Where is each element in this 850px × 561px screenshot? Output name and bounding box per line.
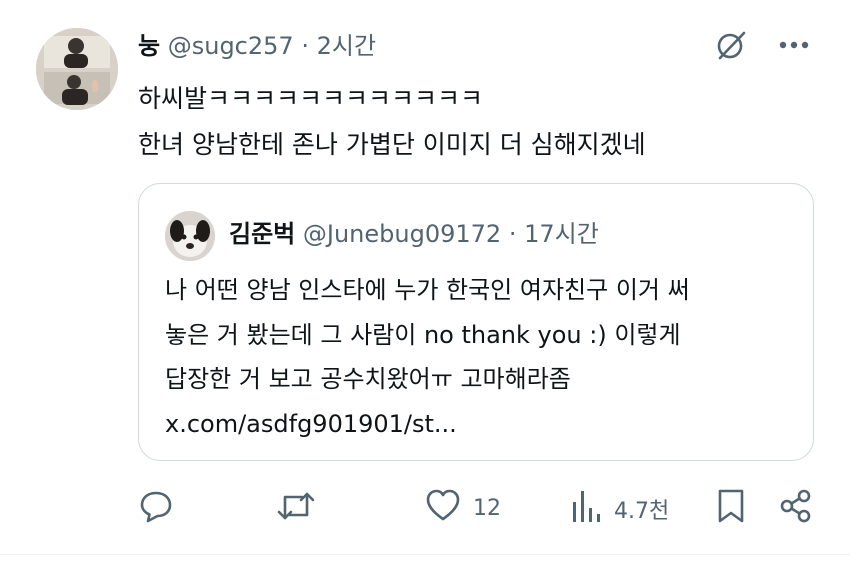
share-button[interactable] [778, 488, 814, 530]
like-button[interactable]: 12 [425, 488, 501, 528]
separator: · [301, 32, 309, 60]
quote-author-name[interactable]: 김준벅 [229, 220, 295, 248]
grok-icon[interactable] [714, 28, 748, 62]
retweet-icon [276, 488, 316, 530]
action-bar: 12 4.7천 [0, 488, 850, 532]
tweet-line: 한녀 양남한테 존나 가볍단 이미지 더 심해지겠네 [138, 130, 646, 159]
more-icon[interactable] [778, 40, 810, 50]
quote-link[interactable]: x.com/asdfg901901/st... [165, 402, 805, 447]
share-icon [778, 488, 814, 530]
like-icon [425, 488, 461, 528]
like-count: 12 [473, 495, 501, 521]
view-count: 4.7천 [614, 499, 670, 524]
reply-icon [138, 488, 174, 530]
retweet-button[interactable] [276, 488, 316, 530]
quote-text: 나 어떤 양남 인스타에 누가 한국인 여자친구 이거 써 놓은 거 봤는데 그… [165, 268, 805, 446]
bookmark-icon [716, 488, 746, 530]
views-icon [570, 488, 602, 530]
divider [0, 554, 850, 555]
author-name[interactable]: 눙 [138, 32, 160, 60]
tweet-header: 눙 @sugc257 · 2시간 [138, 28, 376, 64]
quote-header: 김준벅 @Junebug09172 · 17시간 [229, 216, 599, 252]
quote-line: 나 어떤 양남 인스타에 누가 한국인 여자친구 이거 써 [165, 276, 690, 304]
quote-author-handle[interactable]: @Junebug09172 [303, 220, 501, 248]
quote-time[interactable]: 17시간 [524, 220, 599, 248]
bookmark-button[interactable] [716, 488, 746, 530]
quote-line: 답장한 거 보고 공수치왔어ㅠ 고마해라좀 [165, 365, 571, 393]
author-avatar[interactable] [36, 28, 118, 110]
tweet-time[interactable]: 2시간 [317, 32, 376, 60]
quote-author-avatar[interactable] [165, 211, 215, 261]
author-handle[interactable]: @sugc257 [168, 32, 294, 60]
tweet-top-actions [714, 28, 810, 62]
quote-line: 놓은 거 봤는데 그 사람이 no thank you :) 이렇게 [165, 320, 681, 349]
tweet-line: 하씨발ㅋㅋㅋㅋㅋㅋㅋㅋㅋㅋㅋㅋ [138, 84, 484, 113]
tweet-text: 하씨발ㅋㅋㅋㅋㅋㅋㅋㅋㅋㅋㅋㅋ 한녀 양남한테 존나 가볍단 이미지 더 심해지… [138, 76, 646, 168]
separator: · [508, 220, 517, 248]
reply-button[interactable] [138, 488, 174, 530]
views-button[interactable]: 4.7천 [570, 488, 669, 530]
quote-tweet[interactable]: 김준벅 @Junebug09172 · 17시간 나 어떤 양남 인스타에 누가… [138, 183, 814, 461]
